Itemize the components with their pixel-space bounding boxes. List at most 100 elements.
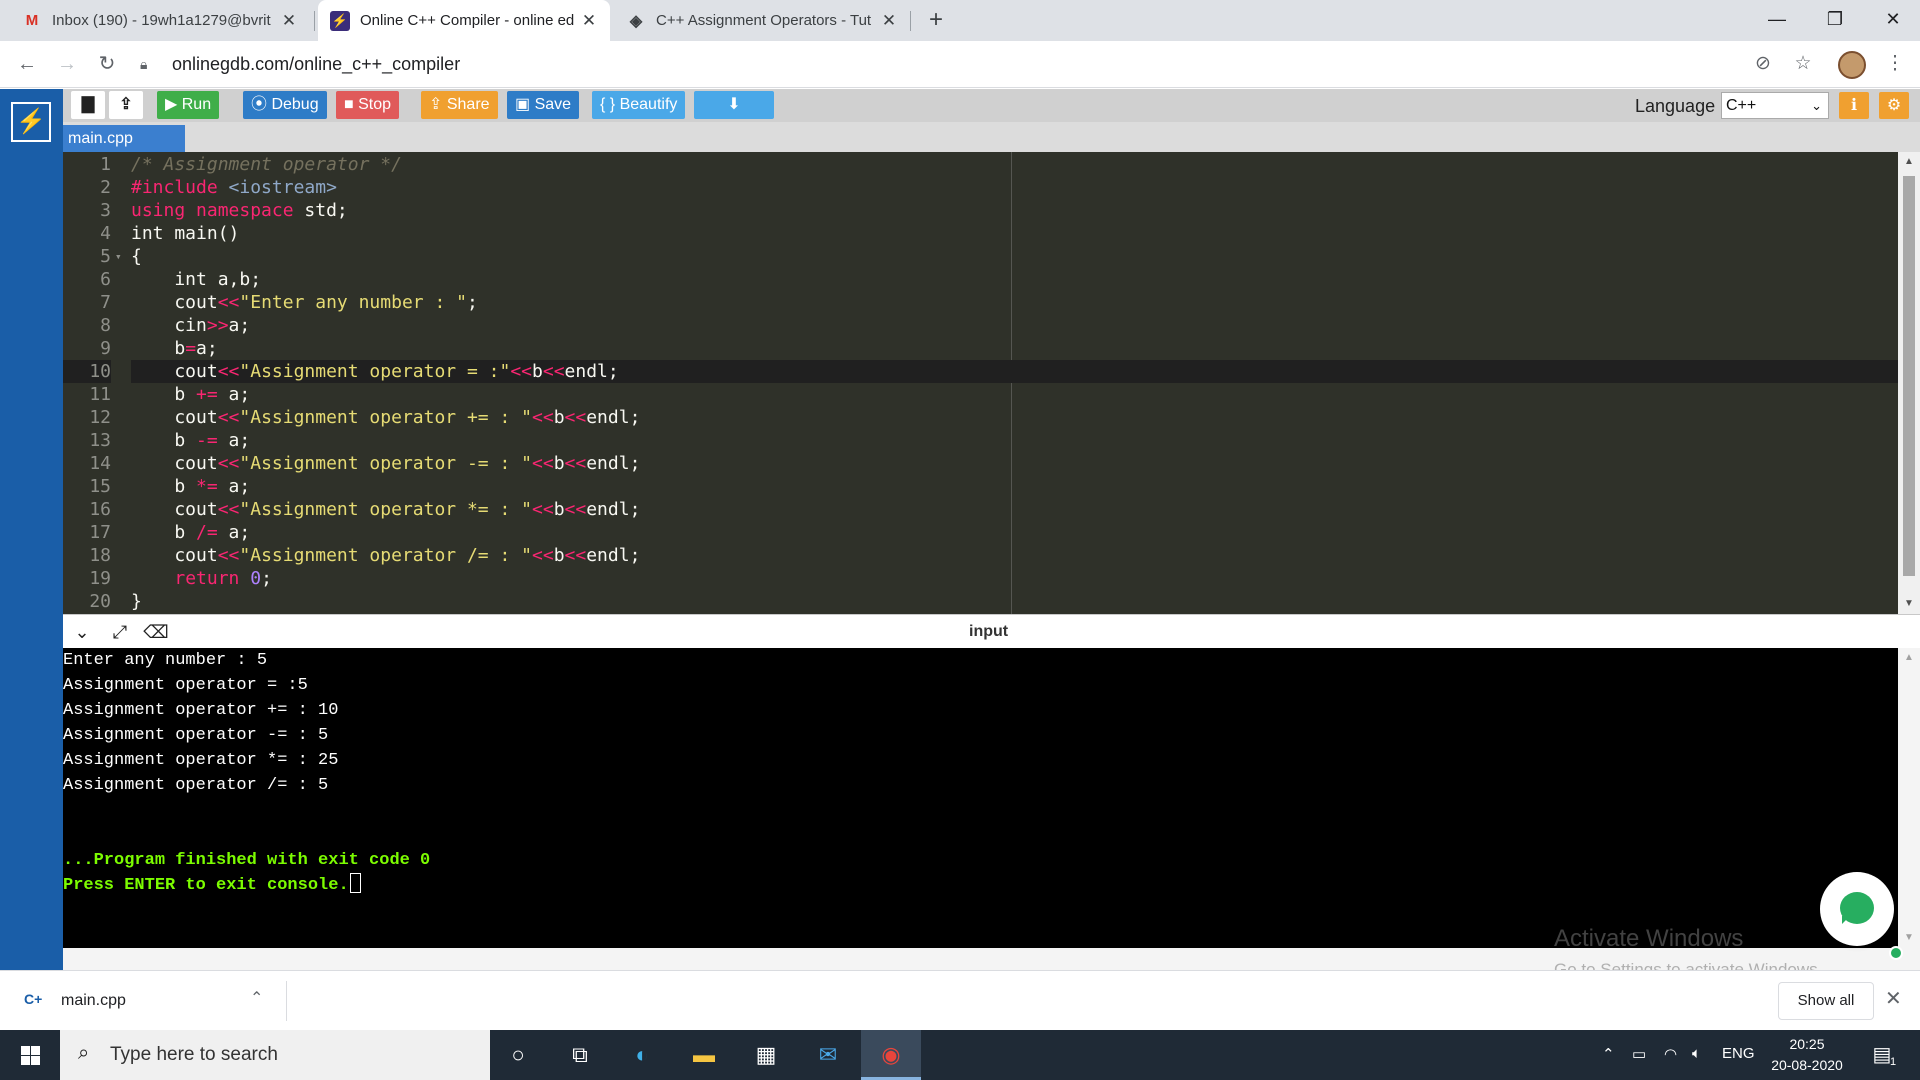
close-icon[interactable]: ✕ [280,11,298,31]
address-bar[interactable]: 🔒︎ onlinegdb.com/online_c++_compiler [140,47,1780,81]
code-line-2: #include <iostream> [131,177,337,198]
scroll-up-arrow-icon[interactable]: ▲ [1898,156,1920,167]
windows-start-icon[interactable] [0,1030,60,1080]
line-number-gutter: 1 2 3 4 5 6 7 8 9 10 11 12 13 14 15 16 17 18 19 20 ▾ [63,152,123,614]
battery-icon[interactable]: ▭ [1632,1045,1646,1063]
file-explorer-icon[interactable]: ▬ [688,1039,720,1071]
chat-bubble-tail [1842,916,1850,924]
clock[interactable]: 20:25 20-08-2020 [1762,1034,1852,1076]
editor-scrollbar[interactable]: ▲ ▼ [1898,152,1920,614]
new-tab-button[interactable]: + [922,6,950,34]
line-number: 4 [100,223,111,244]
info-icon[interactable]: ℹ [1839,92,1869,119]
save-label: Save [534,96,572,113]
upload-icon[interactable]: ⇪ [109,91,143,119]
left-sidebar: ⚡ [0,89,63,970]
browser-toolbar: ← → ↻ 🔒︎ onlinegdb.com/online_c++_compil… [0,41,1920,88]
mail-icon[interactable]: ✉ [812,1039,844,1071]
reload-icon[interactable]: ↻ [92,49,122,79]
debug-button[interactable]: ⦿ Debug [243,91,327,119]
chevron-up-icon[interactable]: ⌃ [250,988,263,1008]
debug-label: Debug [271,96,319,113]
task-view-icon[interactable]: ⧉ [564,1039,596,1071]
close-icon[interactable]: ✕ [880,11,898,31]
share-button[interactable]: ⇪ Share [421,91,498,119]
taskbar-search-box[interactable]: ⌕ Type here to search [60,1030,490,1080]
run-button[interactable]: ▶ Run [157,91,220,119]
beautify-button[interactable]: { } Beautify [592,91,686,119]
new-file-icon[interactable]: ▇ [71,91,105,119]
tab-cpp-assignment[interactable]: ◈ C++ Assignment Operators - Tut ✕ [614,0,910,41]
restore-icon[interactable]: ❐ [1806,0,1864,41]
download-icon: ⬇ [727,96,741,113]
tab-gmail[interactable]: M Inbox (190) - 19wh1a1279@bvrit ✕ [10,0,310,41]
volume-icon[interactable]: 🔈︎ [1692,1045,1701,1062]
eye-off-icon[interactable]: ⊘ [1748,49,1778,79]
code-line-13: b -= a; [131,430,251,451]
code-line-17: b /= a; [131,522,251,543]
press-enter-text: Press ENTER to exit console. [63,876,349,895]
tutorial-site-icon: ◈ [629,12,643,30]
console-line: Assignment operator -= : 5 [63,726,329,745]
chrome-taskbar-button[interactable]: ◉ [861,1030,921,1080]
file-tab-main-cpp[interactable]: main.cpp [63,125,185,152]
chat-widget-button[interactable] [1820,872,1894,946]
tab-onlinegdb[interactable]: ⚡ Online C++ Compiler - online ed ✕ [318,0,610,41]
fold-arrow-icon[interactable]: ▾ [115,245,122,268]
language-indicator[interactable]: ENG [1722,1045,1755,1062]
tray-chevron-up-icon[interactable]: ⌃ [1602,1045,1615,1063]
search-placeholder: Type here to search [110,1044,278,1065]
show-all-button[interactable]: Show all [1778,982,1874,1020]
cortana-icon[interactable]: ○ [502,1039,534,1071]
avatar[interactable] [1838,51,1866,79]
scroll-down-arrow-icon[interactable]: ▼ [1898,598,1920,609]
back-arrow-icon[interactable]: ← [12,49,42,79]
code-line-12: cout<<"Assignment operator += : "<<b<<en… [131,407,641,428]
stop-button[interactable]: ■ Stop [336,91,400,119]
forward-arrow-icon[interactable]: → [52,49,82,79]
window-close-icon[interactable]: ✕ [1864,0,1920,41]
code-line-9: b=a; [131,338,218,359]
console-line: Assignment operator *= : 25 [63,751,339,770]
settings-gear-icon[interactable]: ⚙ [1879,92,1909,119]
code-line-11: b += a; [131,384,251,405]
cpp-file-icon: C+ [24,991,43,1007]
tab-title: C++ Assignment Operators - Tut [656,12,872,29]
gmail-icon: M [25,12,39,29]
edge-icon[interactable]: ◐ [626,1039,658,1071]
expand-icon[interactable]: ⤢ [107,620,133,644]
close-icon[interactable]: ✕ [1885,986,1902,1011]
line-number: 1 [100,154,111,175]
save-button[interactable]: ▣ Save [507,91,580,119]
minimize-icon[interactable]: — [1748,0,1806,41]
star-icon[interactable]: ☆ [1788,49,1818,79]
run-label: Run [181,96,212,113]
online-status-dot [1889,946,1903,960]
start-logo-pane [21,1046,30,1055]
console-title: input [969,623,1009,640]
scroll-down-arrow-icon[interactable]: ▼ [1898,932,1920,943]
scrollbar-thumb[interactable] [1903,176,1915,576]
code-editor[interactable]: 1 2 3 4 5 6 7 8 9 10 11 12 13 14 15 16 17 18 19 20 ▾ /* Assi… [63,152,1898,614]
exit-status-line: ...Program finished with exit code 0 [63,851,431,870]
download-button[interactable]: ⬇ [694,91,774,119]
language-select[interactable]: C++ ⌄ [1721,92,1829,119]
collapse-chevron-icon[interactable]: ⌄ [69,620,95,644]
tab-divider [314,11,315,31]
close-icon[interactable]: ✕ [580,11,598,31]
code-line-1: /* Assignment operator */ [131,154,402,175]
console-scrollbar[interactable]: ▲ ▼ [1898,648,1920,948]
clock-date: 20-08-2020 [1771,1057,1843,1073]
download-item-name[interactable]: main.cpp [61,992,126,1010]
console-output[interactable]: Enter any number : 5 Assignment operator… [63,648,1898,948]
scroll-up-arrow-icon[interactable]: ▲ [1898,652,1920,663]
console-line: Assignment operator = :5 [63,676,308,695]
wifi-icon[interactable]: ◠ [1664,1045,1677,1063]
line-number: 8 [100,315,111,336]
menu-dots-icon[interactable]: ⋮ [1880,49,1910,79]
start-logo-pane [31,1056,40,1065]
onlinegdb-logo-icon[interactable]: ⚡ [11,102,51,142]
store-icon[interactable]: ▦ [750,1039,782,1071]
clear-console-icon[interactable]: ⌫ [143,620,169,644]
console-header: ⌄ ⤢ ⌫ input [63,614,1920,648]
